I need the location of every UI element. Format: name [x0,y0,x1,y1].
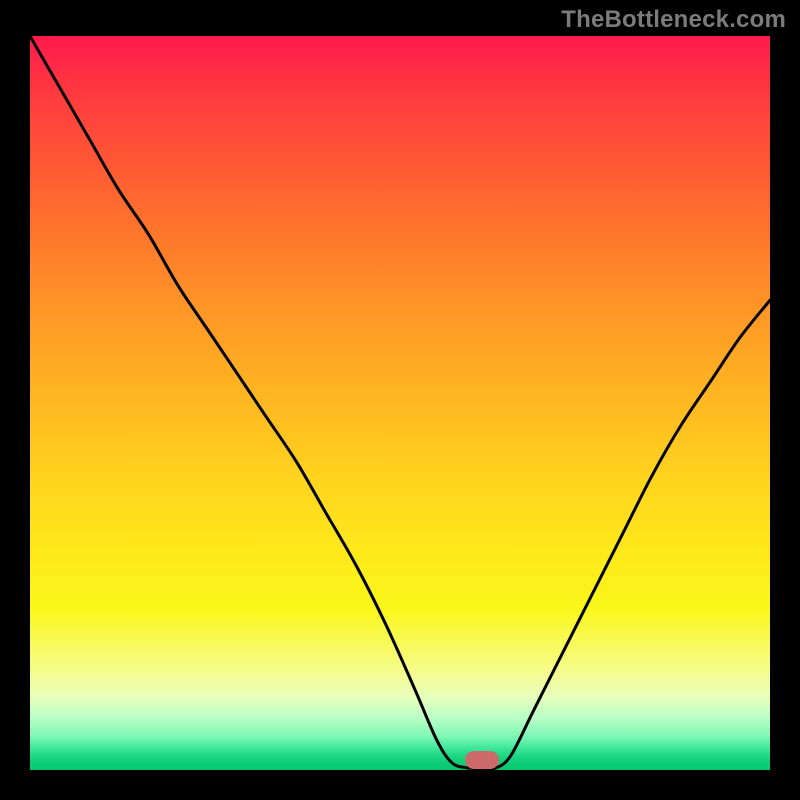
plot-area [30,36,770,770]
chart-stage: TheBottleneck.com [0,0,800,800]
watermark-text: TheBottleneck.com [561,6,786,34]
bottleneck-curve-path [30,36,770,769]
trough-marker [465,751,499,769]
curve-svg [30,36,770,770]
